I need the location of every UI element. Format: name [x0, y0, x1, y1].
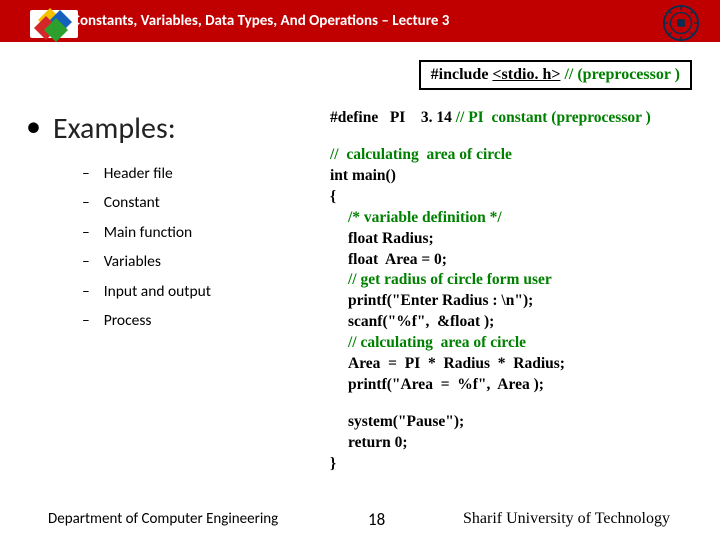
- code-line: }: [330, 454, 651, 475]
- code-line: printf("Area = %f", Area );: [348, 375, 651, 396]
- slide-footer: Department of Computer Engineering 18 Sh…: [0, 510, 720, 528]
- footer-page: 18: [368, 509, 385, 530]
- footer-right: Sharif University of Technology: [463, 510, 670, 528]
- include-box: #include <stdio. h> // (preprocessor ): [419, 60, 692, 90]
- examples-block: • Examples: –Header file –Constant –Main…: [26, 110, 316, 336]
- code-comment: // get radius of circle form user: [348, 270, 651, 291]
- logo-right-icon: [662, 4, 700, 42]
- code-line: printf("Enter Radius : \n");: [348, 291, 651, 312]
- list-item: –Input and output: [82, 277, 316, 306]
- code-line: int main(): [330, 166, 651, 187]
- list-item: –Process: [82, 306, 316, 335]
- code-line: return 0;: [348, 433, 651, 454]
- list-item: –Main function: [82, 218, 316, 247]
- list-label: Main function: [104, 218, 192, 247]
- code-line: system("Pause");: [348, 412, 651, 433]
- include-pre: #include: [431, 66, 493, 83]
- slide-header: Constants, Variables, Data Types, And Op…: [0, 0, 720, 42]
- list-label: Constant: [104, 188, 160, 217]
- code-block: #define PI 3. 14 // PI constant (preproc…: [330, 108, 651, 475]
- list-item: –Header file: [82, 159, 316, 188]
- header-title: Constants, Variables, Data Types, And Op…: [72, 12, 449, 30]
- list-label: Variables: [104, 247, 161, 276]
- footer-left: Department of Computer Engineering: [48, 510, 278, 528]
- code-comment: /* variable definition */: [348, 208, 651, 229]
- code-line: {: [330, 187, 651, 208]
- code-line: scanf("%f", &float );: [348, 312, 651, 333]
- code-comment: // PI constant (preprocessor ): [456, 109, 651, 126]
- list-item: –Constant: [82, 188, 316, 217]
- examples-title: Examples:: [53, 110, 176, 147]
- logo-left-icon: [30, 0, 78, 48]
- code-line: float Area = 0;: [348, 250, 651, 271]
- list-label: Process: [104, 306, 152, 335]
- examples-sublist: –Header file –Constant –Main function –V…: [82, 159, 316, 336]
- bullet-icon: •: [26, 110, 41, 147]
- code-comment: // calculating area of circle: [330, 145, 651, 166]
- list-label: Header file: [104, 159, 173, 188]
- code-comment: // calculating area of circle: [348, 333, 651, 354]
- include-header: <stdio. h>: [492, 66, 560, 83]
- code-line: float Radius;: [348, 229, 651, 250]
- code-line: Area = PI * Radius * Radius;: [348, 354, 651, 375]
- include-comment: // (preprocessor ): [560, 66, 680, 83]
- list-label: Input and output: [104, 277, 211, 306]
- list-item: –Variables: [82, 247, 316, 276]
- code-line: #define PI 3. 14: [330, 109, 456, 126]
